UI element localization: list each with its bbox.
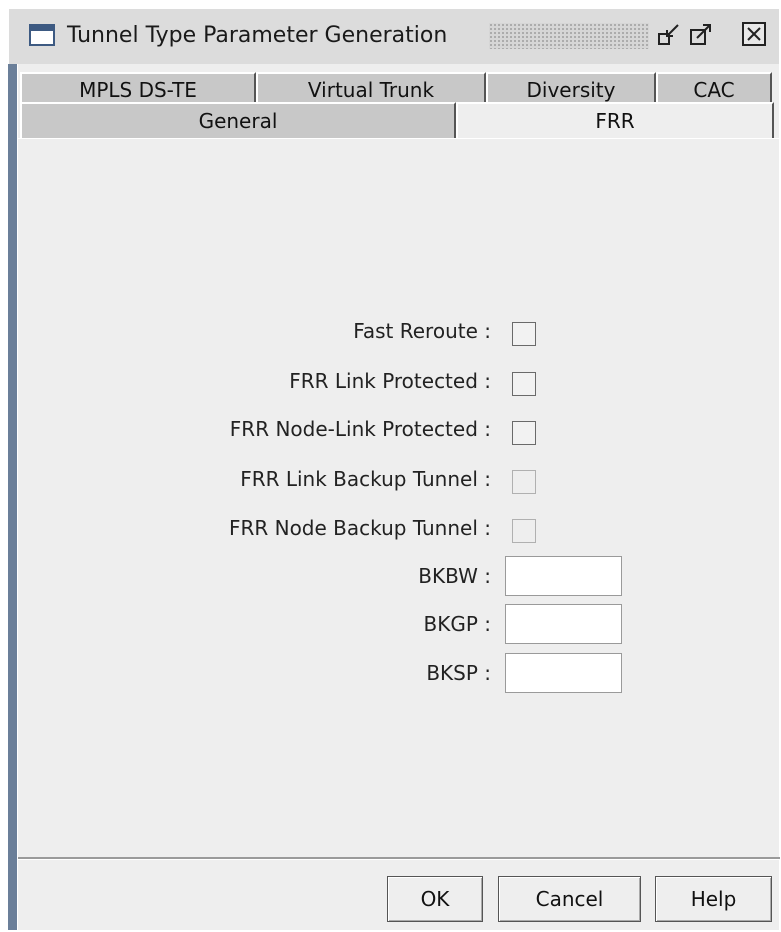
frr-node-link-protected-checkbox[interactable]	[512, 421, 536, 445]
frr-link-backup-tunnel-checkbox[interactable]	[512, 470, 536, 494]
bkbw-input[interactable]	[505, 556, 622, 596]
window-title: Tunnel Type Parameter Generation	[67, 23, 448, 48]
tab-general[interactable]: General	[20, 102, 456, 138]
frr-node-backup-tunnel-checkbox[interactable]	[512, 519, 536, 543]
tab-frr[interactable]: FRR	[456, 102, 774, 138]
content-panel: MPLS DS-TE Virtual Trunk Diversity CAC G…	[17, 64, 780, 930]
bkbw-label: BKBW :	[418, 564, 491, 588]
close-icon[interactable]	[742, 22, 766, 46]
title-bar[interactable]: Tunnel Type Parameter Generation	[8, 8, 779, 64]
bkgp-label: BKGP :	[423, 612, 492, 636]
footer-separator	[18, 857, 780, 860]
fast-reroute-label: Fast Reroute :	[353, 319, 491, 343]
fast-reroute-checkbox[interactable]	[512, 322, 536, 346]
frr-link-protected-label: FRR Link Protected :	[289, 369, 491, 393]
window-icon	[29, 24, 55, 46]
expand-icon[interactable]	[689, 22, 713, 46]
frr-link-protected-checkbox[interactable]	[512, 372, 536, 396]
tab-diversity[interactable]: Diversity	[486, 72, 656, 104]
bksp-label: BKSP :	[426, 661, 491, 685]
frr-node-link-protected-label: FRR Node-Link Protected :	[229, 417, 491, 441]
tab-mpls-ds-te[interactable]: MPLS DS-TE	[20, 72, 256, 104]
cancel-button[interactable]: Cancel	[498, 876, 641, 922]
ok-button[interactable]: OK	[387, 876, 483, 922]
frr-node-backup-tunnel-label: FRR Node Backup Tunnel :	[228, 516, 491, 540]
bksp-input[interactable]	[505, 653, 622, 693]
frr-link-backup-tunnel-label: FRR Link Backup Tunnel :	[240, 467, 491, 491]
tab-virtual-trunk[interactable]: Virtual Trunk	[256, 72, 486, 104]
dialog-window: Tunnel Type Parameter Generation MPLS DS…	[8, 8, 780, 930]
help-button[interactable]: Help	[655, 876, 772, 922]
tab-cac[interactable]: CAC	[656, 72, 772, 104]
bkgp-input[interactable]	[505, 604, 622, 644]
tab-content-divider	[18, 138, 780, 139]
title-grip	[489, 23, 649, 49]
shrink-icon[interactable]	[657, 22, 681, 46]
